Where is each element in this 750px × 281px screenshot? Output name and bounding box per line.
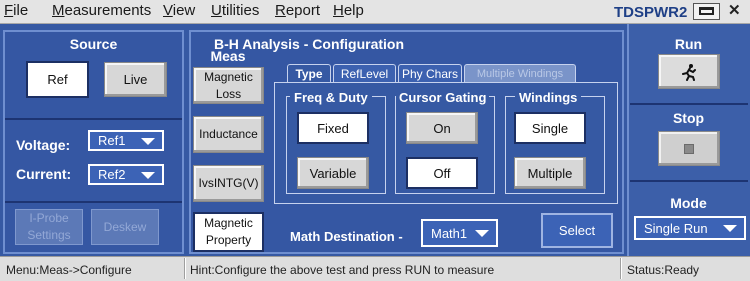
status-state: Status:Ready [627, 263, 700, 277]
window-icon [699, 7, 714, 15]
menu-view[interactable]: View [163, 1, 195, 21]
freq-duty-title: Freq & Duty [290, 90, 372, 105]
tab-type[interactable]: Type [287, 64, 331, 82]
menu-utilities[interactable]: Utilities [211, 1, 259, 21]
menu-measurements[interactable]: Measurements [52, 1, 151, 21]
stop-label: Stop [672, 110, 705, 126]
divider [5, 118, 182, 120]
minimize-window-button[interactable] [693, 3, 720, 20]
current-label: Current: [16, 166, 72, 182]
menu-help[interactable]: Help [333, 1, 364, 21]
tab-reflevel[interactable]: RefLevel [333, 64, 396, 82]
magnetic-loss-button[interactable]: Magnetic Loss [193, 67, 264, 104]
inductance-button[interactable]: Inductance [193, 116, 264, 153]
dropdown-arrow-icon [141, 171, 155, 179]
divider [630, 103, 748, 105]
mode-label: Mode [670, 195, 707, 211]
dropdown-arrow-icon [723, 225, 737, 232]
mode-dropdown[interactable]: Single Run [634, 216, 746, 240]
menu-report[interactable]: Report [275, 1, 320, 21]
ref-button[interactable]: Ref [26, 61, 89, 98]
menu-file[interactable]: File [4, 1, 28, 21]
divider [5, 201, 182, 203]
status-separator [184, 258, 186, 279]
multiple-winding-button[interactable]: Multiple [514, 157, 586, 189]
running-man-icon [682, 63, 696, 81]
gating-on-button[interactable]: On [406, 112, 478, 144]
variable-button[interactable]: Variable [297, 157, 369, 189]
tab-multiple-windings[interactable]: Multiple Windings [464, 64, 576, 82]
status-separator [620, 258, 622, 279]
voltage-label: Voltage: [16, 137, 71, 153]
app-brand: TDSPWR2 [614, 4, 688, 21]
stop-square-icon [684, 143, 694, 154]
config-title: B-H Analysis - Configuration [214, 36, 405, 52]
status-hint: Hint:Configure the above test and press … [190, 263, 495, 277]
math-destination-dropdown[interactable]: Math1 [421, 219, 498, 247]
ivsintg-button[interactable]: IvsINTG(V) [193, 165, 264, 202]
dropdown-arrow-icon [141, 137, 155, 145]
dropdown-arrow-icon [475, 230, 489, 237]
windings-title: Windings [515, 90, 582, 105]
current-dropdown[interactable]: Ref2 [88, 164, 164, 185]
gating-off-button[interactable]: Off [406, 157, 478, 189]
tab-phy-chars[interactable]: Phy Chars [398, 64, 462, 82]
live-button[interactable]: Live [104, 62, 167, 97]
source-title: Source [69, 36, 118, 52]
math-destination-label: Math Destination - [290, 229, 403, 244]
deskew-button[interactable]: Deskew [91, 209, 159, 245]
divider [630, 180, 748, 182]
fixed-button[interactable]: Fixed [297, 112, 369, 144]
magnetic-property-button[interactable]: Magnetic Property [193, 212, 264, 252]
close-window-button[interactable]: ✕ [728, 1, 741, 19]
status-menu-path: Menu:Meas->Configure [6, 263, 132, 277]
iprobe-settings-button[interactable]: I-Probe Settings [15, 209, 83, 245]
run-button[interactable] [658, 54, 720, 89]
voltage-dropdown[interactable]: Ref1 [88, 130, 164, 151]
run-label: Run [674, 36, 703, 52]
single-winding-button[interactable]: Single [514, 112, 586, 144]
cursor-gating-title: Cursor Gating [396, 90, 490, 105]
stop-button[interactable] [658, 131, 720, 166]
select-button[interactable]: Select [541, 213, 613, 248]
